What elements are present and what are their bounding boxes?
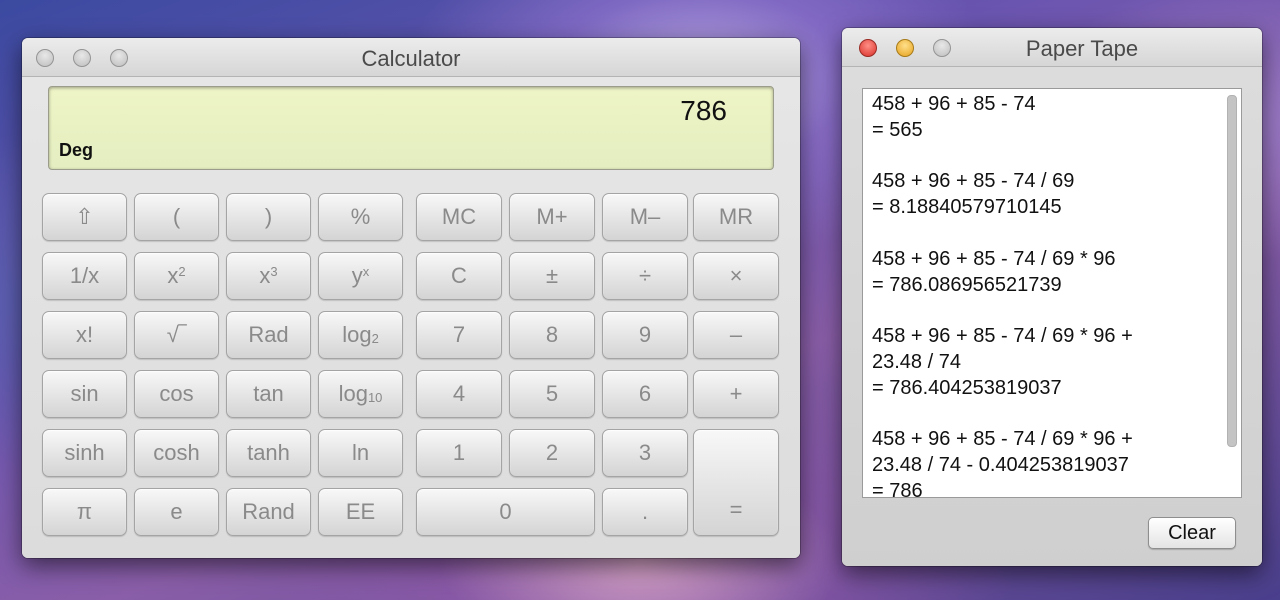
tape-entry: 458 + 96 + 85 - 74 / 69 * 96 = 786.086956… xyxy=(872,247,1212,299)
tape-line: = 786 xyxy=(872,479,923,498)
window-title: Paper Tape xyxy=(1025,36,1139,61)
paper-tape-window: Paper Tape 458 + 96 + 85 - 74 = 565 458 + … xyxy=(842,28,1262,566)
tape-line: 458 + 96 + 85 - 74 / 69 * 96 + xyxy=(872,325,1133,348)
x-squared-exponent: 2 xyxy=(178,264,186,279)
y-power-exponent: x xyxy=(362,264,370,279)
log2-key[interactable]: log2 xyxy=(318,311,403,359)
percent-key[interactable]: % xyxy=(318,193,403,241)
tape-entry: 458 + 96 + 85 - 74 / 69 * 96 +23.48 / 74… xyxy=(872,324,1212,401)
reciprocal-key[interactable]: 1/x xyxy=(42,252,127,300)
tape-entries: 458 + 96 + 85 - 74 = 565 458 + 96 + 85 - 7… xyxy=(872,92,1212,498)
divide-key[interactable]: ÷ xyxy=(602,252,688,300)
tape-line: 23.48 / 74 xyxy=(872,350,961,373)
square-root-icon: √‾ xyxy=(166,322,187,347)
multiply-key[interactable]: × xyxy=(693,252,779,300)
equals-key[interactable]: = xyxy=(693,429,779,536)
tape-line: 458 + 96 + 85 - 74 / 69 * 96 xyxy=(872,247,1116,270)
log2-subscript: 2 xyxy=(371,331,379,346)
sinh-key[interactable]: sinh xyxy=(42,429,127,477)
pi-key[interactable]: π xyxy=(42,488,127,536)
digit-4-key[interactable]: 4 xyxy=(416,370,502,418)
shift-icon: ⇧ xyxy=(75,204,94,229)
x-cubed-exponent: 3 xyxy=(270,264,278,279)
ee-key[interactable]: EE xyxy=(318,488,403,536)
add-key[interactable]: + xyxy=(693,370,779,418)
square-root-key[interactable]: √‾ xyxy=(134,311,219,359)
e-key[interactable]: e xyxy=(134,488,219,536)
subtract-key[interactable]: – xyxy=(693,311,779,359)
tape-entry: 458 + 96 + 85 - 74 = 565 xyxy=(872,92,1212,144)
plus-minus-key[interactable]: ± xyxy=(509,252,595,300)
clear-key[interactable]: C xyxy=(416,252,502,300)
shift-key[interactable]: ⇧ xyxy=(42,193,127,241)
x-cubed-base: x xyxy=(259,263,271,288)
digit-9-key[interactable]: 9 xyxy=(602,311,688,359)
ln-key[interactable]: ln xyxy=(318,429,403,477)
memory-subtract-key[interactable]: M– xyxy=(602,193,688,241)
log10-base: log xyxy=(338,381,368,406)
display-value: 786 xyxy=(680,95,727,126)
close-paren-key[interactable]: ) xyxy=(226,193,311,241)
tape-line: 23.48 / 74 - 0.404253819037 xyxy=(872,454,1129,477)
tan-key[interactable]: tan xyxy=(226,370,311,418)
open-paren-key[interactable]: ( xyxy=(134,193,219,241)
digit-3-key[interactable]: 3 xyxy=(602,429,688,477)
calculator-titlebar[interactable]: Calculator xyxy=(22,38,800,77)
paper-tape-titlebar[interactable]: Paper Tape xyxy=(842,28,1262,67)
rand-key[interactable]: Rand xyxy=(226,488,311,536)
memory-add-key[interactable]: M+ xyxy=(509,193,595,241)
calculator-window: Calculator 786 Deg ⇧ ( ) % MC M+ M– MR 1… xyxy=(22,38,800,558)
log2-base: log xyxy=(342,322,372,347)
paper-tape-log[interactable]: 458 + 96 + 85 - 74 = 565 458 + 96 + 85 - 7… xyxy=(862,88,1242,498)
memory-recall-key[interactable]: MR xyxy=(693,193,779,241)
x-squared-base: x xyxy=(167,263,179,288)
close-button[interactable] xyxy=(859,39,877,57)
cosh-key[interactable]: cosh xyxy=(134,429,219,477)
tape-line: = 786.404253819037 xyxy=(872,376,1062,399)
calculator-display: 786 Deg xyxy=(48,86,774,170)
log10-key[interactable]: log10 xyxy=(318,370,403,418)
x-cubed-key[interactable]: x3 xyxy=(226,252,311,300)
scrollbar-thumb[interactable] xyxy=(1227,95,1237,447)
digit-5-key[interactable]: 5 xyxy=(509,370,595,418)
scrollbar[interactable] xyxy=(1227,95,1237,491)
y-power-base: y xyxy=(351,263,363,288)
sin-key[interactable]: sin xyxy=(42,370,127,418)
angle-mode-indicator: Deg xyxy=(59,140,94,160)
log10-subscript: 10 xyxy=(367,390,383,405)
tape-line: = 565 xyxy=(872,118,923,141)
digit-1-key[interactable]: 1 xyxy=(416,429,502,477)
tape-entry: 458 + 96 + 85 - 74 / 69 * 96 + 23.48 / 74… xyxy=(872,427,1212,498)
memory-clear-key[interactable]: MC xyxy=(416,193,502,241)
rad-key[interactable]: Rad xyxy=(226,311,311,359)
digit-0-key[interactable]: 0 xyxy=(416,488,595,536)
tanh-key[interactable]: tanh xyxy=(226,429,311,477)
digit-6-key[interactable]: 6 xyxy=(602,370,688,418)
cos-key[interactable]: cos xyxy=(134,370,219,418)
tape-line: 458 + 96 + 85 - 74 / 69 xyxy=(872,170,1075,193)
digit-7-key[interactable]: 7 xyxy=(416,311,502,359)
y-power-x-key[interactable]: yx xyxy=(318,252,403,300)
tape-line: = 786.086956521739 xyxy=(872,273,1062,296)
factorial-key[interactable]: x! xyxy=(42,311,127,359)
decimal-key[interactable]: . xyxy=(602,488,688,536)
tape-line: = 8.18840579710145 xyxy=(872,196,1062,219)
clear-button[interactable]: Clear xyxy=(1148,517,1236,549)
window-title: Calculator xyxy=(361,46,461,71)
digit-2-key[interactable]: 2 xyxy=(509,429,595,477)
tape-line: 458 + 96 + 85 - 74 xyxy=(872,93,1036,115)
digit-8-key[interactable]: 8 xyxy=(509,311,595,359)
tape-entry: 458 + 96 + 85 - 74 / 69 = 8.1884057971014… xyxy=(872,169,1212,221)
x-squared-key[interactable]: x2 xyxy=(134,252,219,300)
tape-line: 458 + 96 + 85 - 74 / 69 * 96 + xyxy=(872,428,1133,451)
